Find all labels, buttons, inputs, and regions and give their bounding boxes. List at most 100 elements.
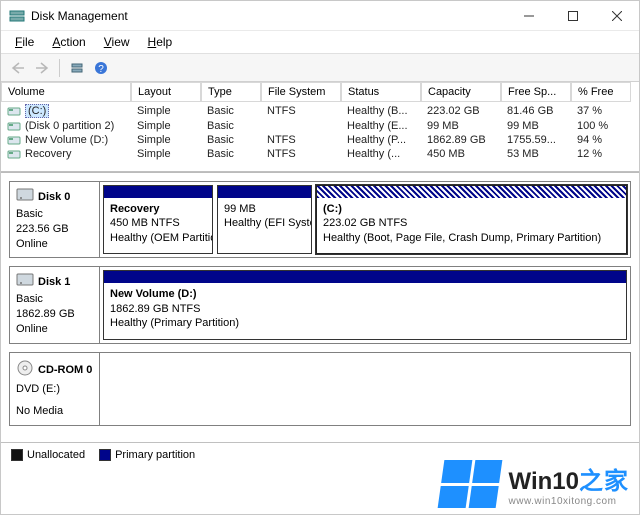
windows-logo-icon bbox=[437, 460, 502, 508]
help-button[interactable]: ? bbox=[90, 57, 112, 79]
volume-name: New Volume (D:) bbox=[25, 134, 108, 146]
volume-capacity: 450 MB bbox=[421, 147, 501, 161]
volume-fs: NTFS bbox=[261, 133, 341, 147]
col-type[interactable]: Type bbox=[201, 82, 261, 102]
disk-info[interactable]: Disk 1Basic1862.89 GBOnline bbox=[10, 267, 100, 342]
menu-file[interactable]: File bbox=[7, 33, 42, 51]
volume-layout: Simple bbox=[131, 104, 201, 118]
partition-stripe bbox=[104, 271, 626, 283]
volume-type: Basic bbox=[201, 147, 261, 161]
close-button[interactable] bbox=[595, 1, 639, 31]
toolbar: ? bbox=[1, 54, 639, 82]
cd-icon bbox=[16, 359, 34, 382]
volume-row[interactable]: New Volume (D:)SimpleBasicNTFSHealthy (P… bbox=[1, 133, 639, 147]
disk-partitions bbox=[100, 353, 630, 426]
menu-action[interactable]: Action bbox=[44, 33, 93, 51]
volume-list: Volume Layout Type File System Status Ca… bbox=[1, 82, 639, 172]
partition-size: 450 MB NTFS bbox=[110, 216, 206, 230]
disk-state: No Media bbox=[16, 404, 93, 419]
drive-icon bbox=[7, 134, 21, 146]
col-pctfree[interactable]: % Free bbox=[571, 82, 631, 102]
partition-title: (C:) bbox=[323, 202, 620, 216]
drive-icon bbox=[7, 148, 21, 160]
volume-capacity: 223.02 GB bbox=[421, 104, 501, 118]
volume-name: (Disk 0 partition 2) bbox=[25, 120, 114, 132]
svg-text:?: ? bbox=[98, 64, 104, 75]
disk-state: Online bbox=[16, 237, 93, 252]
partition-status: Healthy (EFI System bbox=[224, 216, 305, 230]
partition-size: 223.02 GB NTFS bbox=[323, 216, 620, 230]
disk-row: Disk 0 Basic223.56 GBOnline Recovery450 MB… bbox=[9, 181, 631, 258]
volume-status: Healthy (B... bbox=[341, 104, 421, 118]
partition-stripe bbox=[104, 186, 212, 198]
col-filesystem[interactable]: File System bbox=[261, 82, 341, 102]
nav-back-button[interactable] bbox=[7, 57, 29, 79]
volume-capacity: 1862.89 GB bbox=[421, 133, 501, 147]
volume-pct: 12 % bbox=[571, 147, 631, 161]
menu-view[interactable]: View bbox=[96, 33, 138, 51]
disk-info[interactable]: Disk 0 Basic223.56 GBOnline bbox=[10, 182, 100, 257]
volume-row[interactable]: (Disk 0 partition 2)SimpleBasicHealthy (… bbox=[1, 119, 639, 133]
partition[interactable]: (C:)223.02 GB NTFSHealthy (Boot, Page Fi… bbox=[316, 185, 627, 254]
drive-icon bbox=[7, 105, 21, 117]
volume-name: (C:) bbox=[25, 104, 49, 118]
window-title: Disk Management bbox=[31, 9, 128, 23]
disk-kind: Basic bbox=[16, 207, 93, 222]
minimize-button[interactable] bbox=[507, 1, 551, 31]
partition[interactable]: Recovery450 MB NTFSHealthy (OEM Partitio… bbox=[103, 185, 213, 254]
volume-type: Basic bbox=[201, 104, 261, 118]
partition-stripe bbox=[218, 186, 311, 198]
partition-title: New Volume (D:) bbox=[110, 287, 620, 301]
volume-free: 81.46 GB bbox=[501, 104, 571, 118]
col-freespace[interactable]: Free Sp... bbox=[501, 82, 571, 102]
volume-pct: 37 % bbox=[571, 104, 631, 118]
app-icon bbox=[9, 8, 25, 24]
volume-free: 1755.59... bbox=[501, 133, 571, 147]
partition-stripe bbox=[317, 186, 626, 198]
drive-icon bbox=[7, 120, 21, 132]
volume-pct: 100 % bbox=[571, 119, 631, 133]
volume-status: Healthy (P... bbox=[341, 133, 421, 147]
volume-fs: NTFS bbox=[261, 147, 341, 161]
volume-row[interactable]: RecoverySimpleBasicNTFSHealthy (...450 M… bbox=[1, 147, 639, 161]
volume-name: Recovery bbox=[25, 148, 71, 160]
partition-title: Recovery bbox=[110, 202, 206, 216]
refresh-button[interactable] bbox=[66, 57, 88, 79]
col-layout[interactable]: Layout bbox=[131, 82, 201, 102]
col-status[interactable]: Status bbox=[341, 82, 421, 102]
partition-status: Healthy (OEM Partition) bbox=[110, 231, 206, 245]
toolbar-separator bbox=[59, 59, 60, 77]
partition[interactable]: 99 MBHealthy (EFI System bbox=[217, 185, 312, 254]
maximize-button[interactable] bbox=[551, 1, 595, 31]
menu-help[interactable]: Help bbox=[140, 33, 181, 51]
volume-layout: Simple bbox=[131, 147, 201, 161]
volume-fs bbox=[261, 125, 341, 127]
nav-forward-button[interactable] bbox=[31, 57, 53, 79]
disk-info[interactable]: CD-ROM 0 DVD (E:) No Media bbox=[10, 353, 100, 426]
legend-unallocated: Unallocated bbox=[11, 449, 85, 461]
watermark: Win10之家 www.win10xitong.com bbox=[441, 460, 629, 508]
disk-map: Disk 0Basic223.56 GBOnlineRecovery450 MB… bbox=[1, 172, 639, 442]
disk-size: 223.56 GB bbox=[16, 222, 93, 237]
titlebar: Disk Management bbox=[1, 1, 639, 31]
disk-row: CD-ROM 0 DVD (E:) No Media bbox=[9, 352, 631, 427]
col-volume[interactable]: Volume bbox=[1, 82, 131, 102]
disk-partitions: Recovery450 MB NTFSHealthy (OEM Partitio… bbox=[100, 182, 630, 257]
disk-name: Disk 1 bbox=[38, 275, 70, 290]
volume-capacity: 99 MB bbox=[421, 119, 501, 133]
volume-layout: Simple bbox=[131, 119, 201, 133]
volume-row[interactable]: (C:) SimpleBasicNTFSHealthy (B...223.02 G… bbox=[1, 103, 639, 119]
partition[interactable]: New Volume (D:)1862.89 GB NTFSHealthy (P… bbox=[103, 270, 627, 339]
disk-name: Disk 0 bbox=[38, 190, 70, 205]
disk-partitions: New Volume (D:)1862.89 GB NTFSHealthy (P… bbox=[100, 267, 630, 342]
disk-kind: Basic bbox=[16, 292, 93, 307]
disk-kind: DVD (E:) bbox=[16, 382, 93, 397]
volume-list-header: Volume Layout Type File System Status Ca… bbox=[1, 82, 639, 102]
hdd-icon bbox=[16, 273, 34, 292]
col-capacity[interactable]: Capacity bbox=[421, 82, 501, 102]
volume-layout: Simple bbox=[131, 133, 201, 147]
disk-name: CD-ROM 0 bbox=[38, 363, 92, 378]
hdd-icon bbox=[16, 188, 34, 207]
disk-row: Disk 1Basic1862.89 GBOnlineNew Volume (D… bbox=[9, 266, 631, 343]
volume-fs: NTFS bbox=[261, 104, 341, 118]
